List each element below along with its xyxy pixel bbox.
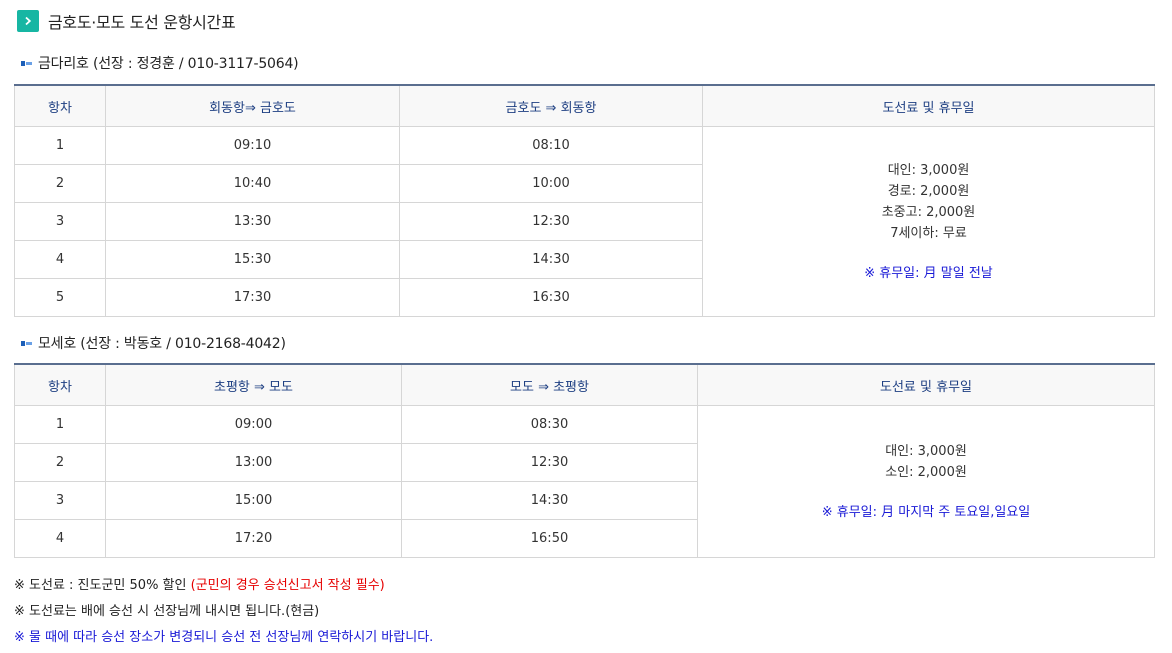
outbound-time: 15:00 xyxy=(105,481,402,520)
route2-table: 항차 초평항 ⇒ 모도 모도 ⇒ 초평항 도선료 및 휴무일 1 09:00 0… xyxy=(14,363,1155,558)
route2-heading-text: 모세호 (선장 : 박동호 / 010-2168-4042) xyxy=(38,336,286,352)
chevron-right-icon xyxy=(17,10,39,32)
col-header-return: 금호도 ⇒ 회동항 xyxy=(399,84,703,127)
route2-heading: 모세호 (선장 : 박동호 / 010-2168-4042) xyxy=(21,333,286,353)
outbound-time: 10:40 xyxy=(105,164,400,203)
route1-heading-text: 금다리호 (선장 : 정경훈 / 010-3117-5064) xyxy=(38,56,299,72)
col-header-fare: 도선료 및 휴무일 xyxy=(702,84,1155,127)
return-time: 14:30 xyxy=(401,481,698,520)
fare-line: 경로: 2,000원 xyxy=(887,183,970,199)
trip-no: 3 xyxy=(14,481,106,520)
table-header-row: 항차 초평항 ⇒ 모도 모도 ⇒ 초평항 도선료 및 휴무일 xyxy=(14,363,1155,406)
rest-day: ※ 휴무일: 月 마지막 주 토요일,일요일 xyxy=(821,504,1031,520)
col-header-trip: 항차 xyxy=(14,84,106,127)
note-discount: ※ 도선료 : 진도군민 50% 할인 (군민의 경우 승선신고서 작성 필수) xyxy=(14,573,433,599)
fare-cell: 대인: 3,000원 경로: 2,000원 초중고: 2,000원 7세이하: … xyxy=(702,126,1155,317)
outbound-time: 09:10 xyxy=(105,126,400,165)
table-header-row: 항차 회동항⇒ 금호도 금호도 ⇒ 회동항 도선료 및 휴무일 xyxy=(14,84,1155,127)
trip-no: 1 xyxy=(14,405,106,444)
trip-no: 3 xyxy=(14,202,106,241)
note-boarding: ※ 물 때에 따라 승선 장소가 변경되니 승선 전 선장님께 연락하시기 바랍… xyxy=(14,630,434,645)
col-header-outbound: 회동항⇒ 금호도 xyxy=(105,84,400,127)
col-header-fare: 도선료 및 휴무일 xyxy=(697,363,1155,406)
rest-day: ※ 휴무일: 月 말일 전날 xyxy=(864,265,993,281)
return-time: 12:30 xyxy=(401,443,698,482)
outbound-time: 13:30 xyxy=(105,202,400,241)
return-time: 12:30 xyxy=(399,202,703,241)
note-payment: ※ 도선료는 배에 승선 시 선장님께 내시면 됩니다.(현금) xyxy=(14,604,320,619)
table-row: 1 09:00 08:30 대인: 3,000원 소인: 2,000원 ※ 휴무… xyxy=(14,405,1155,558)
fare-line: 소인: 2,000원 xyxy=(885,464,967,480)
page-title: 금호도·모도 도선 운항시간표 xyxy=(17,9,236,33)
outbound-time: 17:30 xyxy=(105,278,400,317)
outbound-time: 09:00 xyxy=(105,405,402,444)
trip-no: 1 xyxy=(14,126,106,165)
fare-line: 대인: 3,000원 xyxy=(887,162,970,178)
trip-no: 5 xyxy=(14,278,106,317)
trip-no: 4 xyxy=(14,519,106,558)
return-time: 08:30 xyxy=(401,405,698,444)
col-header-outbound: 초평항 ⇒ 모도 xyxy=(105,363,402,406)
table-row: 1 09:10 08:10 대인: 3,000원 경로: 2,000원 초중고:… xyxy=(14,126,1155,317)
outbound-time: 13:00 xyxy=(105,443,402,482)
col-header-return: 모도 ⇒ 초평항 xyxy=(401,363,698,406)
col-header-trip: 항차 xyxy=(14,363,106,406)
outbound-time: 15:30 xyxy=(105,240,400,279)
page-title-text: 금호도·모도 도선 운항시간표 xyxy=(48,13,236,32)
fare-line: 대인: 3,000원 xyxy=(885,443,967,459)
fare-cell: 대인: 3,000원 소인: 2,000원 ※ 휴무일: 月 마지막 주 토요일… xyxy=(697,405,1155,558)
return-time: 16:30 xyxy=(399,278,703,317)
notes: ※ 도선료 : 진도군민 50% 할인 (군민의 경우 승선신고서 작성 필수)… xyxy=(14,573,433,651)
trip-no: 2 xyxy=(14,443,106,482)
route1-table: 항차 회동항⇒ 금호도 금호도 ⇒ 회동항 도선료 및 휴무일 1 09:10 … xyxy=(14,84,1155,317)
return-time: 08:10 xyxy=(399,126,703,165)
note-discount-warning: (군민의 경우 승선신고서 작성 필수) xyxy=(190,578,385,593)
route1-heading: 금다리호 (선장 : 정경훈 / 010-3117-5064) xyxy=(21,53,299,73)
trip-no: 4 xyxy=(14,240,106,279)
return-time: 16:50 xyxy=(401,519,698,558)
outbound-time: 17:20 xyxy=(105,519,402,558)
trip-no: 2 xyxy=(14,164,106,203)
note-discount-text: ※ 도선료 : 진도군민 50% 할인 xyxy=(14,578,191,593)
bullet-icon xyxy=(21,340,32,346)
bullet-icon xyxy=(21,60,32,66)
return-time: 14:30 xyxy=(399,240,703,279)
fare-line: 초중고: 2,000원 xyxy=(881,204,976,220)
return-time: 10:00 xyxy=(399,164,703,203)
fare-line: 7세이하: 무료 xyxy=(890,225,967,241)
